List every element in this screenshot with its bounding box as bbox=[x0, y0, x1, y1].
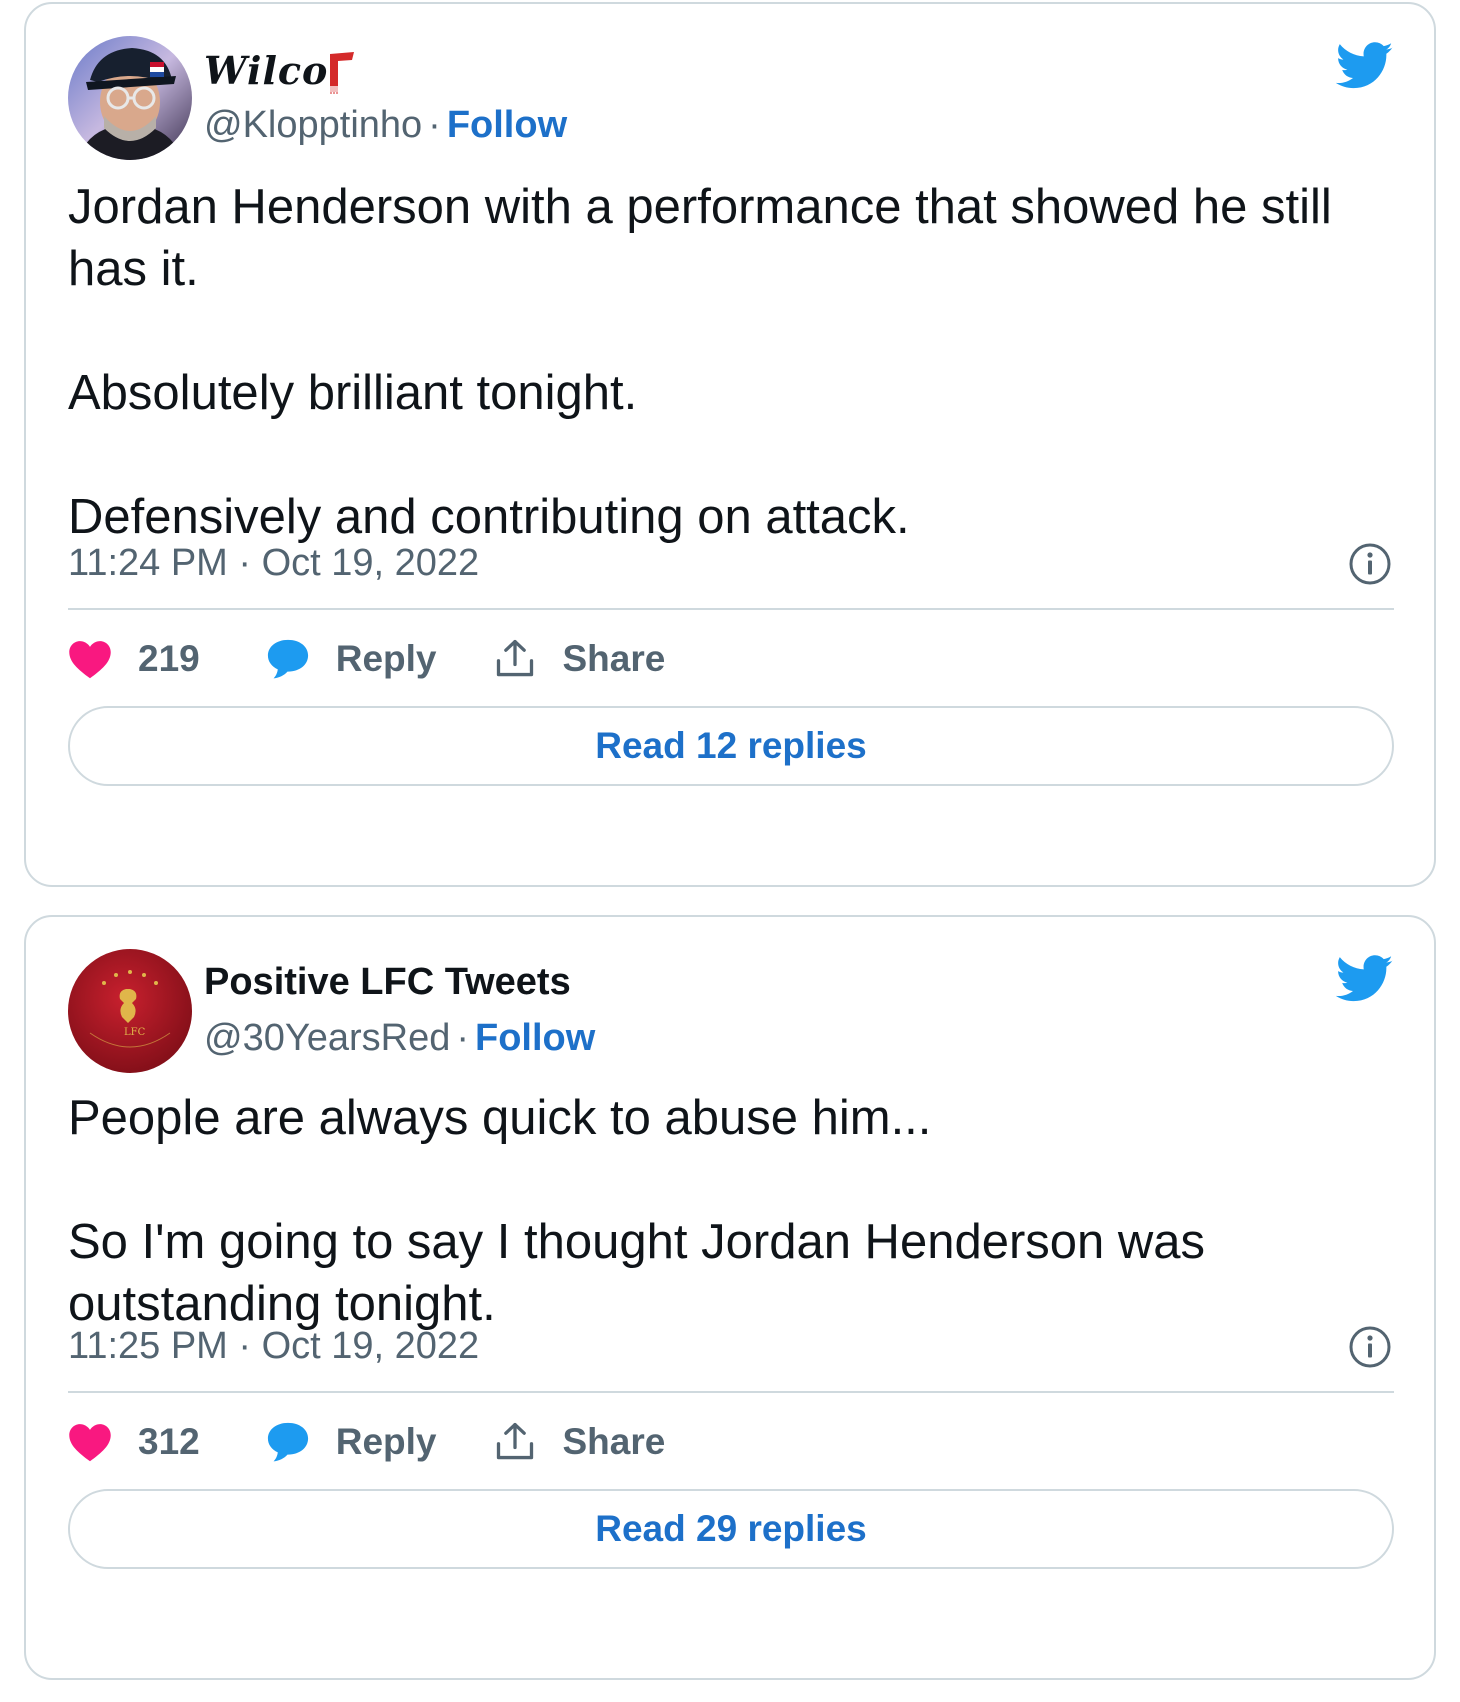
info-icon[interactable] bbox=[1348, 1325, 1392, 1374]
avatar-image: LFC bbox=[68, 949, 192, 1073]
twitter-bird-icon[interactable] bbox=[1335, 955, 1394, 1008]
svg-text:LFC: LFC bbox=[124, 1027, 146, 1038]
speech-bubble-icon bbox=[266, 638, 310, 680]
tweet-card: LFC Positive LFC Tweets @30YearsRed · Foll… bbox=[24, 915, 1436, 1680]
tweet-text: Jordan Henderson with a performance that… bbox=[68, 176, 1408, 548]
author-name[interactable]: Wilco bbox=[204, 48, 328, 93]
heart-icon bbox=[68, 639, 112, 679]
tweet-paragraph: Jordan Henderson with a performance that… bbox=[68, 180, 1332, 296]
divider bbox=[68, 1391, 1394, 1393]
read-replies-button[interactable]: Read 29 replies bbox=[68, 1489, 1394, 1569]
action-bar: 312 Reply Share bbox=[68, 1414, 665, 1470]
tweet-paragraph: Defensively and contributing on attack. bbox=[68, 490, 910, 544]
tweet-timestamp[interactable]: 11:25 PM · Oct 19, 2022 bbox=[68, 1325, 479, 1368]
author-handle-row: @Klopptinho · Follow bbox=[204, 104, 567, 147]
like-count: 312 bbox=[138, 1421, 200, 1462]
avatar[interactable]: LFC bbox=[68, 949, 192, 1073]
share-button[interactable]: Share bbox=[493, 1420, 666, 1464]
separator: · bbox=[428, 104, 441, 146]
reply-button[interactable]: Reply bbox=[266, 638, 437, 680]
author-handle[interactable]: @Klopptinho bbox=[204, 104, 422, 146]
red-scarf-icon bbox=[326, 52, 356, 99]
info-icon[interactable] bbox=[1348, 542, 1392, 591]
share-label: Share bbox=[562, 638, 666, 679]
author-name[interactable]: Positive LFC Tweets bbox=[204, 961, 571, 1004]
tweet-paragraph: Absolutely brilliant tonight. bbox=[68, 366, 638, 420]
tweet-text: People are always quick to abuse him... … bbox=[68, 1087, 1408, 1335]
reply-button[interactable]: Reply bbox=[266, 1421, 437, 1463]
read-replies-button[interactable]: Read 12 replies bbox=[68, 706, 1394, 786]
separator: · bbox=[456, 1017, 469, 1059]
like-button[interactable]: 219 bbox=[68, 638, 200, 680]
action-bar: 219 Reply Share bbox=[68, 631, 665, 687]
speech-bubble-icon bbox=[266, 1421, 310, 1463]
reply-label: Reply bbox=[335, 1421, 437, 1462]
author-handle[interactable]: @30YearsRed bbox=[204, 1017, 450, 1059]
reply-label: Reply bbox=[335, 638, 437, 679]
twitter-bird-icon[interactable] bbox=[1335, 42, 1394, 95]
divider bbox=[68, 608, 1394, 610]
follow-button[interactable]: Follow bbox=[475, 1017, 595, 1059]
tweet-paragraph: People are always quick to abuse him... bbox=[68, 1091, 932, 1145]
tweet-card: Wilco @Klopptinho · Follow Jordan Henderso… bbox=[24, 2, 1436, 887]
share-label: Share bbox=[562, 1421, 666, 1462]
tweet-timestamp[interactable]: 11:24 PM · Oct 19, 2022 bbox=[68, 542, 479, 585]
share-button[interactable]: Share bbox=[493, 637, 666, 681]
avatar-image bbox=[68, 36, 192, 160]
author-handle-row: @30YearsRed · Follow bbox=[204, 1017, 595, 1060]
like-button[interactable]: 312 bbox=[68, 1421, 200, 1463]
follow-button[interactable]: Follow bbox=[447, 104, 567, 146]
like-count: 219 bbox=[138, 638, 200, 679]
avatar[interactable] bbox=[68, 36, 192, 160]
share-upload-icon bbox=[493, 1420, 537, 1464]
tweet-paragraph: So I'm going to say I thought Jordan Hen… bbox=[68, 1215, 1206, 1331]
share-upload-icon bbox=[493, 637, 537, 681]
heart-icon bbox=[68, 1422, 112, 1462]
